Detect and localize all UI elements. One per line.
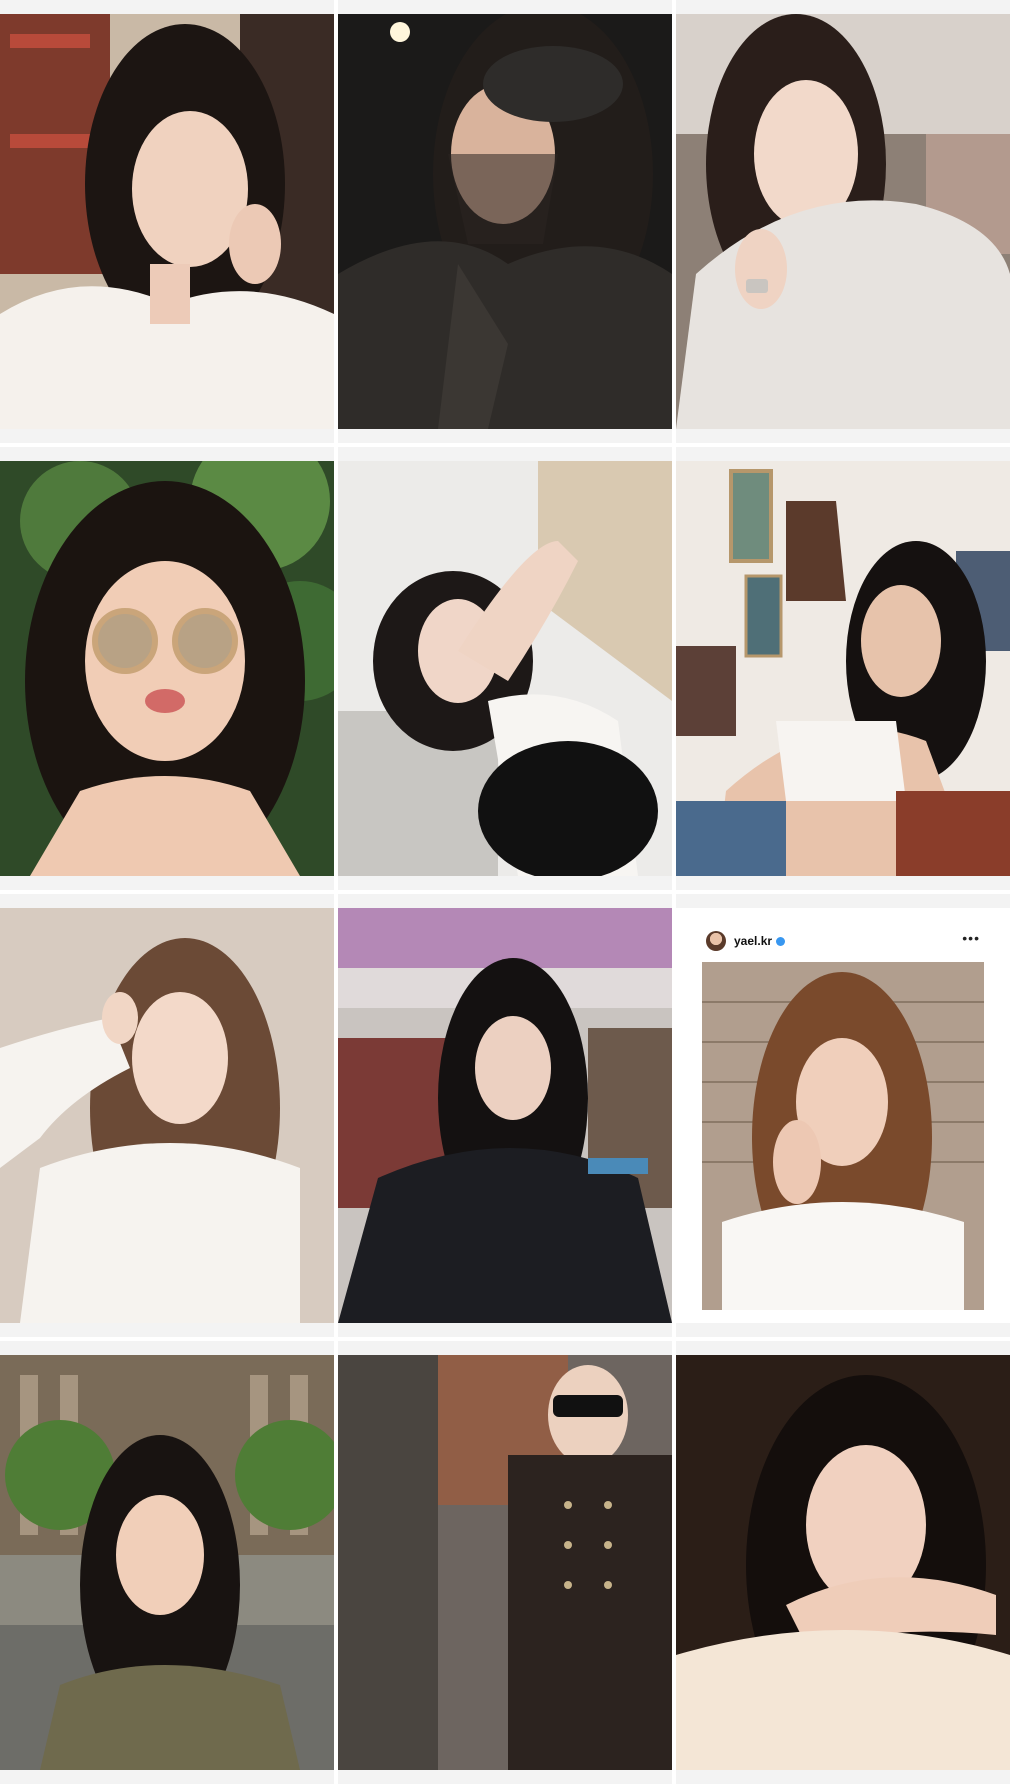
grid-post-6[interactable] [676, 447, 1010, 890]
post-photo[interactable] [676, 1355, 1010, 1770]
post-header: yael.kr [706, 928, 786, 954]
post-photo[interactable] [676, 14, 1010, 429]
embedded-post-card[interactable]: yael.kr ••• [676, 908, 1010, 1323]
grid-post-4[interactable] [0, 447, 334, 890]
grid-post-11[interactable] [338, 1341, 672, 1784]
post-photo[interactable] [338, 461, 672, 876]
grid-post-10[interactable] [0, 1341, 334, 1784]
post-photo[interactable] [338, 908, 672, 1323]
post-photo[interactable] [676, 461, 1010, 876]
more-options-icon[interactable]: ••• [962, 928, 980, 948]
grid-post-1[interactable] [0, 0, 334, 443]
grid-post-2[interactable] [338, 0, 672, 443]
verified-badge-icon [776, 936, 786, 946]
post-username[interactable]: yael.kr [734, 934, 772, 948]
post-photo[interactable] [0, 1355, 334, 1770]
post-photo[interactable] [338, 1355, 672, 1770]
grid-post-3[interactable] [676, 0, 1010, 443]
grid-post-5[interactable] [338, 447, 672, 890]
post-photo[interactable] [0, 908, 334, 1323]
grid-post-8[interactable] [338, 894, 672, 1337]
post-photo[interactable] [0, 14, 334, 429]
avatar[interactable] [706, 931, 726, 951]
grid-post-7[interactable] [0, 894, 334, 1337]
grid-post-9[interactable]: yael.kr ••• [676, 894, 1010, 1337]
post-photo[interactable] [702, 962, 984, 1310]
post-photo[interactable] [0, 461, 334, 876]
photo-grid: yael.kr ••• [0, 0, 1010, 1785]
post-photo[interactable] [338, 14, 672, 429]
grid-post-12[interactable] [676, 1341, 1010, 1784]
